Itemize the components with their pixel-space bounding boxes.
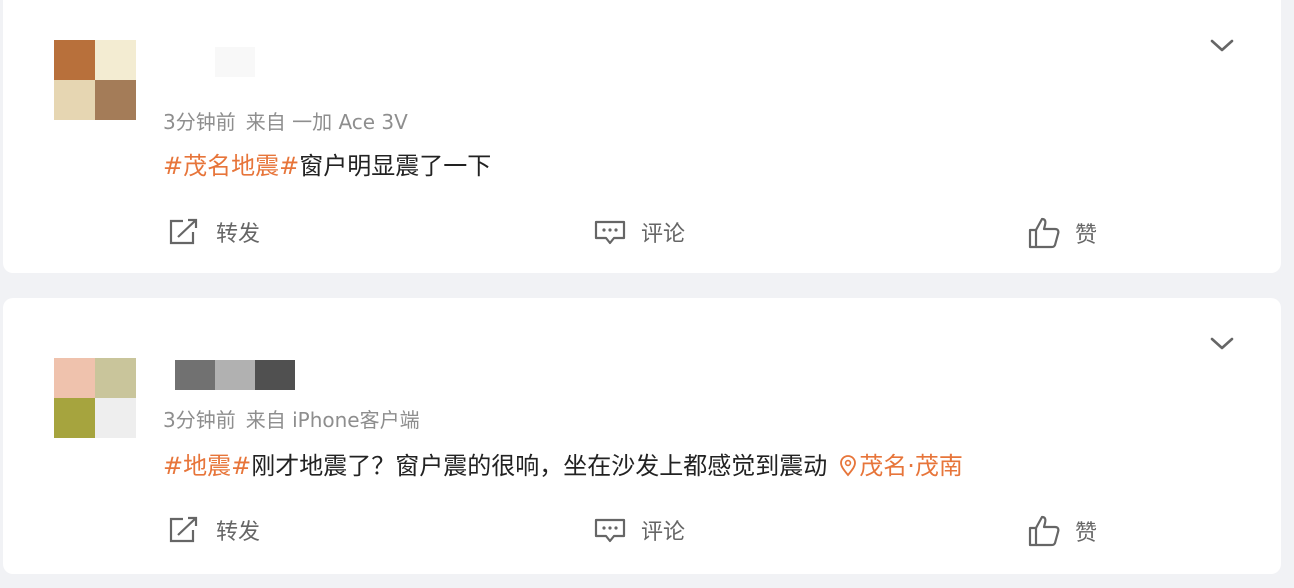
like-label: 赞	[1075, 521, 1098, 546]
comment-label: 评论	[641, 520, 686, 545]
comment-button[interactable]: 评论	[593, 216, 685, 248]
comment-label: 评论	[641, 222, 686, 247]
post-content: #茂名地震#窗户明显震了一下	[163, 146, 491, 181]
avatar[interactable]	[54, 40, 136, 120]
redaction-block	[175, 360, 215, 390]
comment-icon	[594, 220, 626, 245]
thumbs-up-icon	[1028, 217, 1060, 249]
post-card: 3分钟前 来自 iPhone客户端 #地震#刚才地震了？窗户震的很响，坐在沙发上都…	[3, 298, 1281, 574]
avatar-tile	[54, 80, 95, 120]
location-link[interactable]: 茂名·茂南	[839, 452, 963, 480]
repost-label: 转发	[216, 520, 261, 545]
avatar-tile	[95, 80, 136, 120]
redaction-block	[163, 360, 175, 390]
redaction-block	[255, 360, 295, 390]
comment-icon	[594, 518, 626, 543]
username-redacted[interactable]	[163, 360, 295, 390]
post-time: 3分钟前	[163, 110, 236, 134]
comment-button[interactable]: 评论	[593, 514, 685, 546]
repost-button[interactable]: 转发	[166, 514, 260, 546]
repost-icon	[169, 218, 198, 245]
avatar-tile	[95, 40, 136, 80]
location-pin-icon	[840, 455, 857, 477]
like-button[interactable]: 赞	[1027, 514, 1097, 548]
location-label: 茂名·茂南	[859, 452, 963, 480]
post-time: 3分钟前	[163, 408, 236, 432]
repost-icon	[169, 516, 198, 543]
avatar-tile	[54, 358, 95, 398]
avatar[interactable]	[54, 358, 136, 438]
post-card: 3分钟前 来自 一加 Ace 3V #茂名地震#窗户明显震了一下 转发 评论 赞	[3, 0, 1281, 273]
avatar-tile	[95, 398, 136, 438]
post-actions: 转发 评论 赞	[163, 216, 1281, 256]
post-actions: 转发 评论 赞	[163, 514, 1281, 554]
redaction-block	[215, 47, 255, 77]
avatar-tile	[54, 40, 95, 80]
post-source: 来自 一加 Ace 3V	[245, 110, 408, 134]
post-meta: 3分钟前 来自 一加 Ace 3V	[163, 106, 408, 135]
repost-label: 转发	[216, 222, 261, 247]
chevron-down-icon[interactable]	[1209, 334, 1235, 352]
thumbs-up-icon	[1028, 515, 1060, 547]
post-content: #地震#刚才地震了？窗户震的很响，坐在沙发上都感觉到震动 茂名·茂南	[163, 446, 963, 481]
repost-button[interactable]: 转发	[166, 216, 260, 248]
avatar-tile	[95, 358, 136, 398]
post-text: 刚才地震了？窗户震的很响，坐在沙发上都感觉到震动	[251, 452, 828, 480]
avatar-tile	[54, 398, 95, 438]
like-label: 赞	[1075, 223, 1098, 248]
username-redacted[interactable]	[163, 47, 255, 77]
post-text: 窗户明显震了一下	[299, 152, 492, 180]
post-source: 来自 iPhone客户端	[245, 408, 420, 432]
chevron-down-icon[interactable]	[1209, 36, 1235, 54]
hashtag[interactable]: #茂名地震#	[163, 152, 299, 180]
hashtag[interactable]: #地震#	[163, 452, 251, 480]
post-meta: 3分钟前 来自 iPhone客户端	[163, 404, 420, 433]
redaction-block	[163, 47, 215, 77]
like-button[interactable]: 赞	[1027, 216, 1097, 250]
redaction-block	[215, 360, 255, 390]
